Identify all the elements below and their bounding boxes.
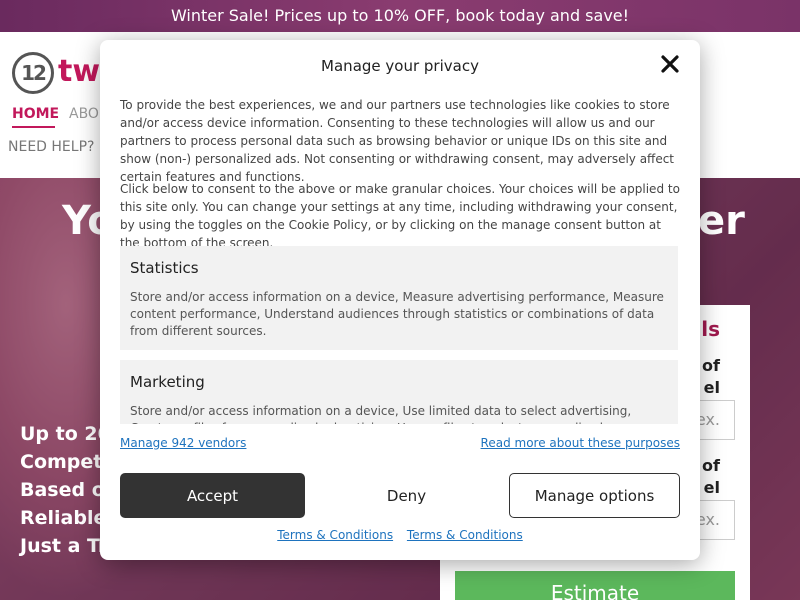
read-more-link[interactable]: Read more about these purposes [481,436,680,450]
category-title: Marketing [130,373,205,391]
terms-link[interactable]: Terms & Conditions [277,528,393,542]
manage-options-button[interactable]: Manage options [509,473,680,518]
privacy-consent-dialog: Manage your privacy To provide the best … [100,40,700,560]
terms-link[interactable]: Terms & Conditions [407,528,523,542]
category-statistics[interactable]: Statistics Store and/or access informati… [120,246,678,350]
close-icon[interactable] [658,52,682,76]
consent-details-text: Click below to consent to the above or m… [120,182,680,250]
manage-vendors-link[interactable]: Manage 942 vendors [120,436,246,450]
category-description: Store and/or access information on a dev… [130,290,664,338]
category-description: Store and/or access information on a dev… [130,404,632,424]
category-marketing[interactable]: Marketing Store and/or access informatio… [120,360,678,424]
category-title: Statistics [130,259,199,277]
accept-button[interactable]: Accept [120,473,305,518]
deny-button[interactable]: Deny [314,473,499,518]
consent-categories[interactable]: Statistics Store and/or access informati… [120,246,678,424]
consent-intro-text: To provide the best experiences, we and … [120,98,675,184]
dialog-footer-links: Terms & Conditions Terms & Conditions [100,528,700,542]
dialog-title: Manage your privacy [321,57,479,75]
